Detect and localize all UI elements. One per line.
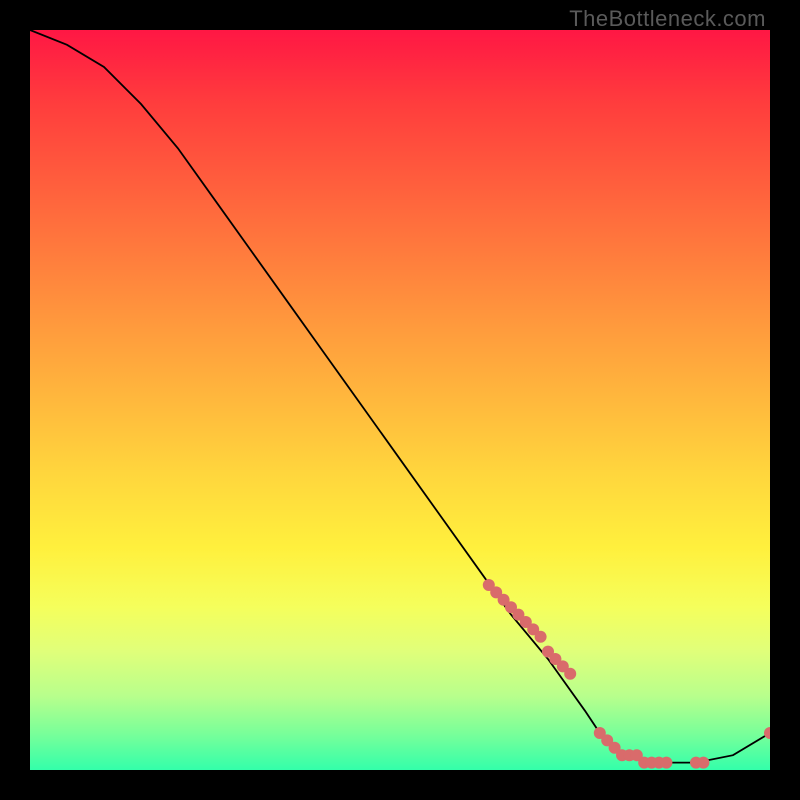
watermark-text: TheBottleneck.com — [569, 6, 766, 32]
gradient-background — [30, 30, 770, 770]
chart-area — [30, 30, 770, 770]
